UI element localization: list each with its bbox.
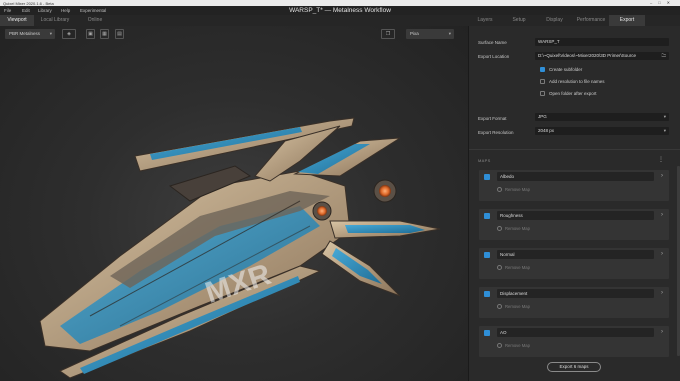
menu-experimental[interactable]: Experimental: [80, 8, 106, 13]
window-controls[interactable]: –□✕: [650, 0, 676, 5]
tab-bar: Viewport Local Library Online Layers Set…: [0, 15, 680, 26]
option-label: Create subfolder: [549, 67, 583, 72]
option-label: Add resolution to file names: [549, 79, 605, 84]
viewport[interactable]: PBR Metalness ▾ ◈ ▣ ▦ ▤ ❐ Pixa ▾ MXR: [0, 26, 468, 381]
tab-viewport[interactable]: Viewport: [0, 15, 34, 26]
map-name-field[interactable]: Normal: [497, 250, 654, 259]
export-maps-button[interactable]: Export 6 maps: [547, 362, 601, 372]
option-label: Open folder after export: [549, 91, 597, 96]
more-options-icon[interactable]: ⋮: [658, 156, 664, 163]
option-open-folder[interactable]: Open folder after export: [540, 91, 597, 96]
remove-map-label: Remove Map: [505, 226, 530, 231]
checkbox-checked-icon[interactable]: [484, 330, 490, 336]
export-location-input[interactable]: D:\~Quixel\Videos\~Mixer2020\3D Primer\S…: [535, 52, 669, 60]
checkbox-icon[interactable]: [540, 79, 545, 84]
menu-library[interactable]: Library: [38, 8, 52, 13]
remove-map-button[interactable]: Remove Map: [497, 343, 530, 348]
folder-icon[interactable]: 🗀: [662, 52, 667, 60]
checkbox-icon[interactable]: [540, 91, 545, 96]
tab-online[interactable]: Online: [78, 15, 112, 26]
checkbox-checked-icon[interactable]: [540, 67, 545, 72]
map-name-field[interactable]: Albedo: [497, 172, 654, 181]
menu-bar: File Edit Library Help Experimental: [0, 6, 680, 15]
surface-name-input[interactable]: WARSP_T: [535, 38, 669, 46]
map-card-ao: AO › Remove Map: [479, 326, 669, 357]
remove-icon: [497, 187, 502, 192]
export-resolution-label: Export Resolution: [478, 130, 514, 135]
export-location-label: Export Location: [478, 54, 510, 59]
export-location-value: D:\~Quixel\Videos\~Mixer2020\3D Primer\S…: [538, 53, 636, 58]
surface-name-label: Surface Name: [478, 40, 507, 45]
remove-map-label: Remove Map: [505, 187, 530, 192]
maps-section-header: MAPS: [478, 158, 491, 163]
tab-performance[interactable]: Performance: [574, 15, 608, 26]
export-format-value: JPG: [538, 114, 547, 119]
map-name-field[interactable]: AO: [497, 328, 654, 337]
remove-icon: [497, 343, 502, 348]
chevron-down-icon: ▾: [663, 114, 666, 119]
checkbox-checked-icon[interactable]: [484, 291, 490, 297]
chevron-right-icon[interactable]: ›: [661, 172, 663, 181]
section-divider: [469, 149, 680, 150]
remove-map-button[interactable]: Remove Map: [497, 187, 530, 192]
menu-edit[interactable]: Edit: [22, 8, 30, 13]
menu-help[interactable]: Help: [61, 8, 70, 13]
tab-local-library[interactable]: Local Library: [36, 15, 74, 26]
export-format-label: Export Format: [478, 116, 507, 121]
remove-map-button[interactable]: Remove Map: [497, 265, 530, 270]
chevron-right-icon[interactable]: ›: [661, 289, 663, 298]
map-name-field[interactable]: Displacement: [497, 289, 654, 298]
map-name-field[interactable]: Roughness: [497, 211, 654, 220]
checkbox-checked-icon[interactable]: [484, 252, 490, 258]
chevron-right-icon[interactable]: ›: [661, 328, 663, 337]
option-create-subfolder[interactable]: Create subfolder: [540, 67, 582, 72]
chevron-down-icon: ▾: [663, 128, 666, 133]
tab-setup[interactable]: Setup: [503, 15, 535, 26]
chevron-right-icon[interactable]: ›: [661, 211, 663, 220]
remove-icon: [497, 304, 502, 309]
chevron-right-icon[interactable]: ›: [661, 250, 663, 259]
remove-icon: [497, 226, 502, 231]
map-card-displacement: Displacement › Remove Map: [479, 287, 669, 318]
export-format-dropdown[interactable]: JPG ▾: [535, 113, 669, 121]
export-resolution-dropdown[interactable]: 2048 px ▾: [535, 127, 669, 135]
spaceship-model: MXR: [39, 117, 441, 379]
remove-map-button[interactable]: Remove Map: [497, 304, 530, 309]
map-card-roughness: Roughness › Remove Map: [479, 209, 669, 240]
map-card-albedo: Albedo › Remove Map: [479, 170, 669, 201]
tab-layers[interactable]: Layers: [469, 15, 501, 26]
remove-map-label: Remove Map: [505, 343, 530, 348]
tab-display[interactable]: Display: [537, 15, 572, 26]
option-add-resolution[interactable]: Add resolution to file names: [540, 79, 605, 84]
export-resolution-value: 2048 px: [538, 128, 555, 133]
remove-map-button[interactable]: Remove Map: [497, 226, 530, 231]
checkbox-checked-icon[interactable]: [484, 213, 490, 219]
menu-file[interactable]: File: [4, 8, 11, 13]
remove-map-label: Remove Map: [505, 304, 530, 309]
checkbox-checked-icon[interactable]: [484, 174, 490, 180]
export-panel: Surface Name WARSP_T Export Location D:\…: [468, 26, 680, 381]
tab-export[interactable]: Export: [609, 15, 645, 26]
map-card-normal: Normal › Remove Map: [479, 248, 669, 279]
remove-icon: [497, 265, 502, 270]
remove-map-label: Remove Map: [505, 265, 530, 270]
